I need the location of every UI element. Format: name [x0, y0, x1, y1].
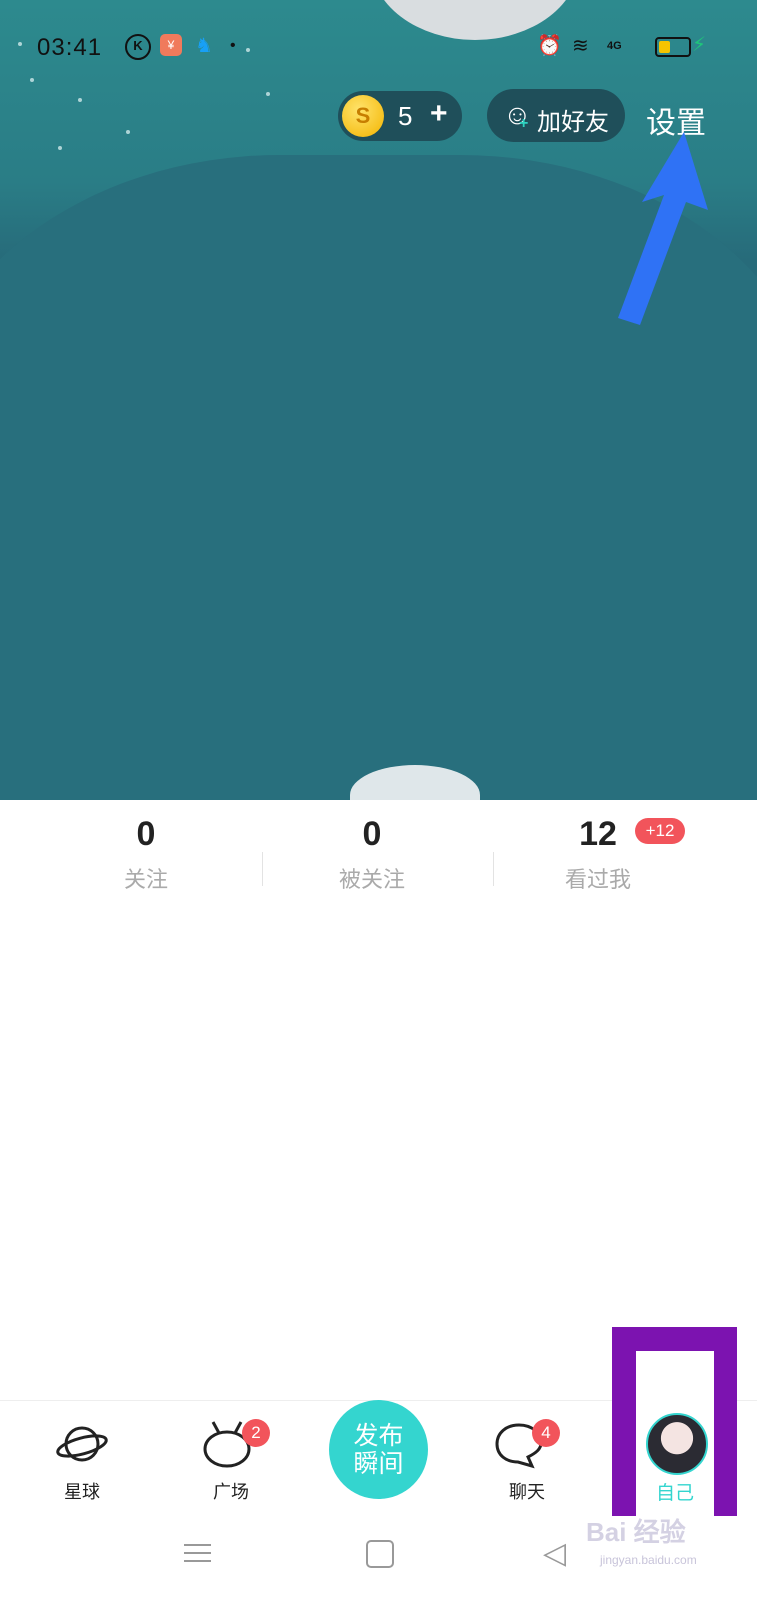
coin-icon: S: [342, 95, 384, 137]
notification-dot-icon: •: [230, 37, 236, 54]
followers-label: 被关注: [338, 867, 405, 892]
add-friend-label: 加好友: [537, 109, 609, 136]
square-badge: 2: [242, 1419, 270, 1447]
tab-chat[interactable]: 4 聊天: [472, 1401, 582, 1507]
plus-icon: +: [519, 115, 529, 132]
planet-icon: [56, 1426, 108, 1462]
baidu-watermark: Bai 经验: [586, 1517, 686, 1547]
new-visitors-badge: +12: [635, 818, 685, 844]
coin-count: 5: [398, 101, 413, 131]
tab-planet[interactable]: 星球: [27, 1401, 137, 1507]
battery-icon: [655, 37, 691, 57]
alarm-icon: ⏰: [537, 35, 562, 57]
star-decoration: [58, 146, 62, 150]
publish-line-1: 发布: [353, 1421, 404, 1450]
add-coin-icon[interactable]: +: [430, 97, 448, 131]
wallet-app-icon: ¥: [160, 34, 182, 56]
menu-icon[interactable]: [184, 1538, 211, 1568]
stat-followers[interactable]: 0 被关注: [262, 812, 482, 894]
star-decoration: [126, 130, 130, 134]
k-app-icon: K: [125, 34, 151, 60]
tab-me-label[interactable]: 自己: [630, 1478, 720, 1505]
star-decoration: [78, 98, 82, 102]
baidu-watermark-url: jingyan.baidu.com: [600, 1553, 697, 1567]
following-count: 0: [136, 815, 156, 853]
visitors-label: 看过我: [564, 867, 631, 892]
publish-line-2: 瞬间: [353, 1449, 404, 1478]
stat-following[interactable]: 0 关注: [36, 812, 256, 894]
tab-planet-label: 星球: [64, 1482, 100, 1502]
status-bar: 03:41 K ¥ ♞ • ⏰ ≋ 4G ⚡: [0, 22, 757, 70]
wifi-icon: ≋: [572, 35, 589, 57]
charging-icon: ⚡: [692, 34, 707, 56]
tab-square[interactable]: 2 广场: [176, 1401, 286, 1507]
profile-stats: 0 关注 0 被关注 12 看过我: [0, 800, 757, 910]
annotation-arrow-icon: [618, 132, 708, 325]
status-time: 03:41: [37, 34, 103, 61]
tab-chat-label: 聊天: [509, 1482, 545, 1502]
qq-icon: ♞: [195, 35, 213, 57]
coin-balance-button[interactable]: S 5 +: [338, 91, 462, 141]
tab-me-avatar[interactable]: [646, 1413, 708, 1475]
tab-square-label: 广场: [213, 1482, 249, 1502]
signal-4g-icon: 4G: [607, 40, 622, 52]
followers-count: 0: [362, 815, 382, 853]
back-icon[interactable]: ◁: [543, 1536, 566, 1571]
star-decoration: [30, 78, 34, 82]
star-decoration: [266, 92, 270, 96]
following-label: 关注: [123, 867, 168, 892]
chat-badge: 4: [532, 1419, 560, 1447]
home-icon[interactable]: [366, 1540, 394, 1568]
publish-moment-button[interactable]: 发布 瞬间: [329, 1400, 428, 1499]
